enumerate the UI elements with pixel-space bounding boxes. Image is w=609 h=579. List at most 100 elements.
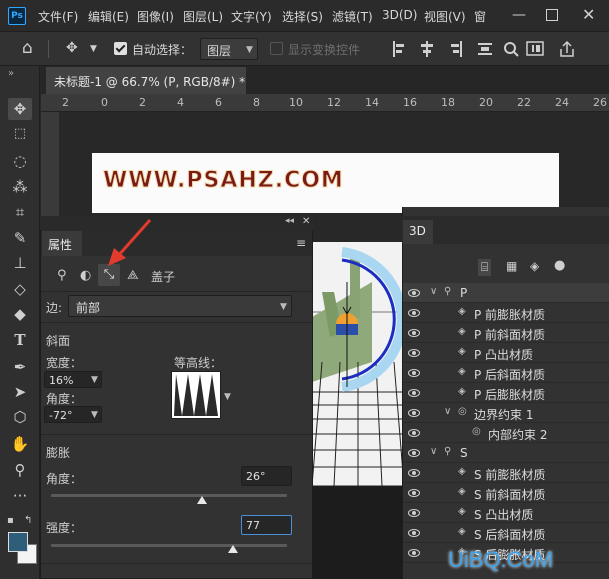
visibility-eye-icon[interactable] — [408, 329, 420, 337]
move-tool-icon[interactable]: ✥ — [66, 41, 78, 55]
type-tool-icon[interactable]: T — [8, 329, 32, 351]
auto-select-checkbox[interactable] — [114, 42, 127, 55]
path-select-icon[interactable]: ➤ — [8, 381, 32, 403]
visibility-eye-icon[interactable] — [408, 309, 420, 317]
menu-layer[interactable]: 图层(L) — [183, 8, 223, 25]
visibility-eye-icon[interactable] — [408, 549, 420, 557]
menu-filter[interactable]: 滤镜(T) — [332, 8, 373, 25]
home-icon[interactable]: ⌂ — [22, 40, 33, 57]
light-filter-icon[interactable]: ● — [554, 258, 565, 273]
properties-panel-titlebar[interactable]: ◂◂ ✕ — [40, 216, 313, 230]
material-icon: ◈ — [458, 466, 466, 477]
show-transform-checkbox[interactable] — [270, 42, 283, 55]
ruler-mark: 14 — [365, 96, 379, 109]
ruler-mark: 26 — [593, 96, 607, 109]
align-center-icon — [421, 41, 433, 57]
visibility-eye-icon[interactable] — [408, 409, 420, 417]
layer-row-3d-label: S 后斜面材质 — [474, 528, 546, 542]
stamp-tool-icon[interactable]: ⊥ — [8, 252, 32, 274]
expand-chevron-icon[interactable]: ∨ — [430, 446, 437, 457]
close-panel-icon[interactable]: ✕ — [302, 216, 310, 227]
auto-select-target-value: 图层 — [207, 44, 232, 58]
strength-label: 强度： — [46, 521, 83, 535]
inflate-heading: 膨胀 — [46, 446, 71, 460]
bevel-width-value: 16% — [49, 374, 74, 387]
mesh-properties-icon[interactable]: ⚲ — [57, 268, 67, 283]
deform-properties-icon[interactable]: ◐ — [80, 268, 91, 283]
marquee-tool-icon[interactable]: ⬚ — [8, 123, 32, 145]
bevel-width-field[interactable]: 16% ▼ — [44, 371, 102, 388]
hand-tool-icon[interactable]: ✋ — [8, 433, 32, 455]
layer-row-3d-label: P 后膨胀材质 — [474, 388, 546, 402]
tab-properties[interactable]: 属性 — [42, 231, 82, 256]
mesh-filter-icon[interactable]: ▦ — [506, 259, 517, 273]
auto-select-target-dropdown[interactable]: 图层 ▼ — [200, 38, 258, 60]
default-colors-icon[interactable]: ▪ — [7, 515, 14, 526]
layer-row-3d-label: S 前斜面材质 — [474, 488, 546, 502]
strength-field[interactable]: 77 — [241, 515, 292, 535]
panel-menu-icon[interactable]: ≡ — [296, 236, 306, 250]
more-tools-icon[interactable]: ··· — [8, 485, 32, 507]
strength-slider-track[interactable] — [51, 544, 287, 547]
visibility-eye-icon[interactable] — [408, 469, 420, 477]
strength-slider-thumb[interactable] — [227, 545, 238, 553]
watermark-text: UiBQ.CoM — [448, 547, 554, 572]
expand-chevron-icon[interactable]: ∨ — [430, 286, 437, 297]
move-tool-icon[interactable]: ✥ — [8, 98, 32, 120]
coordinates-properties-icon[interactable]: ⟁ — [127, 268, 139, 283]
shape-tool-icon[interactable]: ⬡ — [8, 406, 32, 428]
photoshop-logo[interactable]: Ps — [8, 7, 26, 25]
inflate-angle-value: 26° — [246, 470, 266, 483]
collapse-arrows-icon[interactable]: » — [8, 68, 14, 79]
menu-image[interactable]: 图像(I) — [137, 8, 174, 25]
menu-edit[interactable]: 编辑(E) — [88, 8, 129, 25]
material-icon: ◈ — [458, 366, 466, 377]
brush-tool-icon[interactable]: ✎ — [8, 227, 32, 249]
align-left-icon — [393, 41, 404, 57]
pen-tool-icon[interactable]: ✒ — [8, 356, 32, 378]
magic-wand-icon[interactable]: ⁂ — [8, 176, 32, 198]
panel-3d-header — [402, 216, 609, 244]
3d-scene-graphic — [312, 242, 404, 579]
foreground-color-swatch[interactable] — [8, 532, 28, 552]
visibility-eye-icon[interactable] — [408, 389, 420, 397]
menu-select[interactable]: 选择(S) — [282, 8, 323, 25]
visibility-eye-icon[interactable] — [408, 289, 420, 297]
visibility-eye-icon[interactable] — [408, 429, 420, 437]
inflate-angle-slider-thumb[interactable] — [197, 496, 208, 504]
contour-chevron-down-icon[interactable]: ▼ — [224, 392, 231, 402]
menu-window[interactable]: 窗 — [474, 8, 486, 25]
inflate-angle-slider-track[interactable] — [51, 494, 287, 497]
eraser-tool-icon[interactable]: ◇ — [8, 278, 32, 300]
tab-3d[interactable]: 3D — [403, 220, 433, 244]
visibility-eye-icon[interactable] — [408, 449, 420, 457]
inflate-angle-field[interactable]: 26° — [241, 466, 292, 486]
visibility-eye-icon[interactable] — [408, 369, 420, 377]
edge-dropdown[interactable]: 前部 ▼ — [68, 295, 292, 317]
lasso-tool-icon[interactable]: ◌ — [8, 150, 32, 172]
material-filter-icon[interactable]: ◈ — [530, 259, 539, 273]
scene-filter-icon[interactable]: ⌸ — [478, 259, 492, 276]
menu-3d[interactable]: 3D(D) — [382, 8, 417, 22]
swap-colors-icon[interactable]: ↰ — [24, 515, 32, 526]
collapse-panel-icon[interactable]: ◂◂ — [285, 216, 294, 226]
menu-file[interactable]: 文件(F) — [38, 8, 78, 25]
visibility-eye-icon[interactable] — [408, 349, 420, 357]
document-tab[interactable]: 未标题-1 @ 66.7% (P, RGB/8#) * — [46, 67, 246, 94]
minimize-icon[interactable]: — — [512, 7, 526, 23]
menu-view[interactable]: 视图(V) — [424, 8, 466, 25]
chevron-down-icon[interactable]: ▼ — [90, 42, 97, 56]
expand-chevron-icon[interactable]: ∨ — [444, 406, 451, 417]
close-icon[interactable]: ✕ — [582, 5, 595, 24]
maximize-icon[interactable] — [546, 9, 558, 21]
visibility-eye-icon[interactable] — [408, 489, 420, 497]
visibility-eye-icon[interactable] — [408, 509, 420, 517]
zoom-tool-icon[interactable]: ⚲ — [8, 459, 32, 481]
bevel-angle-field[interactable]: -72° ▼ — [44, 406, 102, 423]
crop-tool-icon[interactable]: ⌗ — [8, 201, 32, 223]
ruler-mark: 10 — [289, 96, 303, 109]
paint-bucket-icon[interactable]: ◆ — [8, 303, 32, 325]
menu-type[interactable]: 文字(Y) — [231, 8, 272, 25]
visibility-eye-icon[interactable] — [408, 529, 420, 537]
contour-preview[interactable] — [171, 371, 221, 419]
